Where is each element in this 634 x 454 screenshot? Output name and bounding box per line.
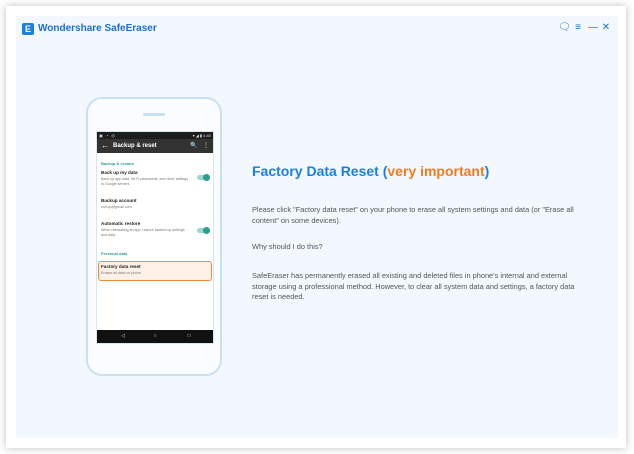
explanation-paragraph: SafeEraser has permanently erased all ex…	[252, 271, 575, 301]
phone-status-bar: ▣ ◔ ◎ ▾ ◢ ▮ 4:40	[97, 132, 213, 139]
phone-speaker	[143, 113, 165, 116]
nav-recent-icon: □	[187, 333, 191, 339]
app-window: E Wondershare SafeEraser 🗨 ≡ — ✕ ▣ ◔ ◎ ▾…	[16, 16, 618, 438]
app-title: Wondershare SafeEraser	[38, 23, 157, 34]
section-header-backup-restore: Backup & restore	[101, 161, 135, 166]
heading-end: )	[484, 163, 490, 179]
nav-home-icon: ○	[153, 333, 157, 339]
menu-icon[interactable]: ≡	[572, 21, 584, 35]
item-subtitle-automatic-restore: When reinstalling an app, restore backed…	[101, 228, 185, 237]
instruction-paragraph: Please click "Factory data reset" on you…	[252, 205, 574, 225]
item-subtitle-back-up-data: Back up app data, Wi-Fi passwords, and o…	[101, 177, 189, 186]
title-bar: E Wondershare SafeEraser 🗨 ≡ — ✕	[16, 16, 618, 42]
search-icon: 🔍	[190, 143, 198, 149]
item-title-backup-account: Backup account	[101, 198, 137, 203]
page-heading: Factory Data Reset (very important)	[252, 163, 489, 179]
app-logo-icon: E	[22, 23, 34, 35]
phone-nav-bar: ◁ ○ □	[97, 330, 213, 343]
why-question: Why should I do this?	[252, 242, 323, 251]
toggle-knob	[203, 227, 210, 234]
feedback-icon[interactable]: 🗨	[558, 21, 571, 35]
item-title-back-up-data: Back up my data	[101, 170, 138, 175]
item-subtitle-backup-account: cnit.qu@gmail.com	[101, 205, 132, 209]
toggle-back-up-data	[197, 174, 210, 181]
status-icons-left: ▣ ◔ ◎	[99, 133, 116, 138]
phone-action-bar: ← Backup & reset 🔍 ⋮	[97, 139, 213, 153]
phone-illustration: ▣ ◔ ◎ ▾ ◢ ▮ 4:40 ← Backup & reset 🔍 ⋮ Ba…	[86, 97, 222, 376]
item-subtitle-factory-reset: Erases all data on phone	[101, 271, 141, 275]
item-title-factory-reset: Factory data reset	[101, 264, 141, 269]
nav-back-icon: ◁	[121, 333, 125, 339]
section-header-personal-data: Personal data	[101, 251, 128, 256]
phone-screen: ▣ ◔ ◎ ▾ ◢ ▮ 4:40 ← Backup & reset 🔍 ⋮ Ba…	[96, 131, 214, 344]
minimize-icon[interactable]: —	[587, 21, 599, 35]
toggle-automatic-restore	[197, 227, 210, 234]
heading-main: Factory Data Reset (	[252, 163, 388, 179]
toggle-knob	[203, 174, 210, 181]
close-icon[interactable]: ✕	[600, 21, 612, 35]
heading-highlight: very important	[387, 163, 485, 179]
item-title-automatic-restore: Automatic restore	[101, 221, 141, 226]
status-icons-right: ▾ ◢ ▮ 4:40	[192, 133, 211, 138]
back-arrow-icon: ←	[101, 141, 109, 150]
more-options-icon: ⋮	[203, 143, 209, 149]
phone-screen-title: Backup & reset	[113, 143, 157, 149]
